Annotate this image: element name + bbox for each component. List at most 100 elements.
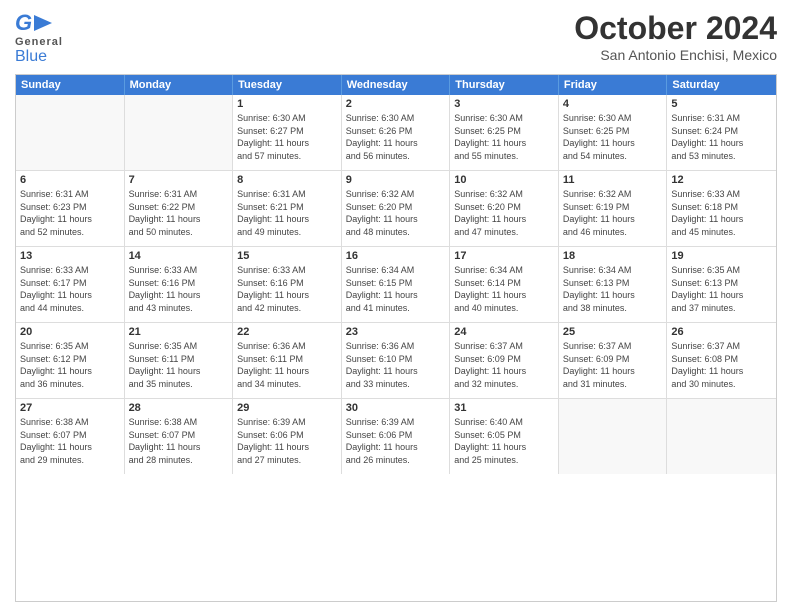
- calendar-cell: 18Sunrise: 6:34 AMSunset: 6:13 PMDayligh…: [559, 247, 668, 322]
- calendar-cell: [125, 95, 234, 170]
- logo-blue-line: Blue: [15, 48, 47, 66]
- day-info-line: Daylight: 11 hours: [346, 441, 446, 454]
- day-info-line: Daylight: 11 hours: [454, 289, 554, 302]
- day-info-line: and 29 minutes.: [20, 454, 120, 467]
- day-number: 21: [129, 326, 229, 338]
- calendar-cell: 9Sunrise: 6:32 AMSunset: 6:20 PMDaylight…: [342, 171, 451, 246]
- day-info-line: and 45 minutes.: [671, 226, 772, 239]
- calendar-week-row: 13Sunrise: 6:33 AMSunset: 6:17 PMDayligh…: [16, 247, 776, 323]
- day-info-line: and 30 minutes.: [671, 378, 772, 391]
- day-info-line: Daylight: 11 hours: [237, 289, 337, 302]
- day-number: 2: [346, 98, 446, 110]
- day-info-line: and 44 minutes.: [20, 302, 120, 315]
- day-number: 29: [237, 402, 337, 414]
- weekday-header: Friday: [559, 75, 668, 95]
- day-info-line: Daylight: 11 hours: [346, 137, 446, 150]
- day-info-line: and 33 minutes.: [346, 378, 446, 391]
- day-info-line: Sunrise: 6:37 AM: [454, 340, 554, 353]
- calendar-cell: 5Sunrise: 6:31 AMSunset: 6:24 PMDaylight…: [667, 95, 776, 170]
- day-info-line: Sunset: 6:17 PM: [20, 277, 120, 290]
- day-info-line: Sunset: 6:18 PM: [671, 201, 772, 214]
- day-info-line: Daylight: 11 hours: [129, 441, 229, 454]
- calendar-cell: 19Sunrise: 6:35 AMSunset: 6:13 PMDayligh…: [667, 247, 776, 322]
- day-info-line: Sunrise: 6:32 AM: [346, 188, 446, 201]
- calendar-cell: 24Sunrise: 6:37 AMSunset: 6:09 PMDayligh…: [450, 323, 559, 398]
- day-info-line: Daylight: 11 hours: [346, 213, 446, 226]
- day-info-line: Sunrise: 6:39 AM: [346, 416, 446, 429]
- day-number: 4: [563, 98, 663, 110]
- day-info-line: Daylight: 11 hours: [129, 289, 229, 302]
- day-info-line: Sunset: 6:05 PM: [454, 429, 554, 442]
- calendar: SundayMondayTuesdayWednesdayThursdayFrid…: [15, 74, 777, 602]
- calendar-cell: 28Sunrise: 6:38 AMSunset: 6:07 PMDayligh…: [125, 399, 234, 474]
- day-number: 7: [129, 174, 229, 186]
- logo-bottom: General: [15, 36, 63, 48]
- day-info-line: and 31 minutes.: [563, 378, 663, 391]
- day-info-line: Sunset: 6:09 PM: [454, 353, 554, 366]
- day-number: 17: [454, 250, 554, 262]
- day-info-line: Sunrise: 6:34 AM: [454, 264, 554, 277]
- weekday-header: Wednesday: [342, 75, 451, 95]
- day-info-line: Daylight: 11 hours: [454, 213, 554, 226]
- day-info-line: and 48 minutes.: [346, 226, 446, 239]
- day-info-line: and 37 minutes.: [671, 302, 772, 315]
- day-info-line: Daylight: 11 hours: [20, 365, 120, 378]
- day-info-line: Sunrise: 6:39 AM: [237, 416, 337, 429]
- day-info-line: Sunrise: 6:31 AM: [671, 112, 772, 125]
- calendar-cell: 31Sunrise: 6:40 AMSunset: 6:05 PMDayligh…: [450, 399, 559, 474]
- day-number: 16: [346, 250, 446, 262]
- calendar-cell: 15Sunrise: 6:33 AMSunset: 6:16 PMDayligh…: [233, 247, 342, 322]
- day-number: 3: [454, 98, 554, 110]
- title-section: October 2024 San Antonio Enchisi, Mexico: [574, 10, 777, 63]
- calendar-cell: 3Sunrise: 6:30 AMSunset: 6:25 PMDaylight…: [450, 95, 559, 170]
- day-info-line: Sunset: 6:19 PM: [563, 201, 663, 214]
- day-info-line: Daylight: 11 hours: [346, 289, 446, 302]
- day-info-line: and 26 minutes.: [346, 454, 446, 467]
- day-info-line: Sunset: 6:06 PM: [237, 429, 337, 442]
- day-number: 11: [563, 174, 663, 186]
- calendar-cell: 20Sunrise: 6:35 AMSunset: 6:12 PMDayligh…: [16, 323, 125, 398]
- calendar-week-row: 1Sunrise: 6:30 AMSunset: 6:27 PMDaylight…: [16, 95, 776, 171]
- calendar-cell: 21Sunrise: 6:35 AMSunset: 6:11 PMDayligh…: [125, 323, 234, 398]
- day-info-line: and 53 minutes.: [671, 150, 772, 163]
- day-info-line: Sunset: 6:27 PM: [237, 125, 337, 138]
- day-info-line: Sunrise: 6:32 AM: [454, 188, 554, 201]
- day-number: 20: [20, 326, 120, 338]
- day-info-line: Daylight: 11 hours: [237, 213, 337, 226]
- day-info-line: and 43 minutes.: [129, 302, 229, 315]
- day-info-line: Sunrise: 6:33 AM: [237, 264, 337, 277]
- calendar-cell: 11Sunrise: 6:32 AMSunset: 6:19 PMDayligh…: [559, 171, 668, 246]
- day-info-line: Sunrise: 6:30 AM: [346, 112, 446, 125]
- day-info-line: Sunset: 6:09 PM: [563, 353, 663, 366]
- page: G General Blue October 2024 San Antonio …: [0, 0, 792, 612]
- day-info-line: Daylight: 11 hours: [20, 213, 120, 226]
- day-info-line: Sunrise: 6:30 AM: [454, 112, 554, 125]
- day-info-line: Sunset: 6:14 PM: [454, 277, 554, 290]
- day-info-line: Sunset: 6:25 PM: [454, 125, 554, 138]
- calendar-cell: 29Sunrise: 6:39 AMSunset: 6:06 PMDayligh…: [233, 399, 342, 474]
- day-info-line: and 34 minutes.: [237, 378, 337, 391]
- day-info-line: and 55 minutes.: [454, 150, 554, 163]
- day-info-line: and 41 minutes.: [346, 302, 446, 315]
- day-number: 22: [237, 326, 337, 338]
- month-title: October 2024: [574, 10, 777, 47]
- day-info-line: Daylight: 11 hours: [20, 289, 120, 302]
- day-info-line: Sunset: 6:12 PM: [20, 353, 120, 366]
- day-info-line: Daylight: 11 hours: [671, 137, 772, 150]
- day-info-line: Sunset: 6:07 PM: [129, 429, 229, 442]
- calendar-cell: 4Sunrise: 6:30 AMSunset: 6:25 PMDaylight…: [559, 95, 668, 170]
- calendar-week-row: 27Sunrise: 6:38 AMSunset: 6:07 PMDayligh…: [16, 399, 776, 474]
- logo-top: G: [15, 10, 54, 36]
- calendar-cell: 1Sunrise: 6:30 AMSunset: 6:27 PMDaylight…: [233, 95, 342, 170]
- day-info-line: Daylight: 11 hours: [237, 137, 337, 150]
- day-info-line: Daylight: 11 hours: [454, 441, 554, 454]
- logo: G General Blue: [15, 10, 63, 66]
- day-info-line: Sunset: 6:06 PM: [346, 429, 446, 442]
- day-info-line: Sunrise: 6:31 AM: [20, 188, 120, 201]
- day-info-line: and 38 minutes.: [563, 302, 663, 315]
- day-info-line: Sunset: 6:26 PM: [346, 125, 446, 138]
- day-info-line: Sunset: 6:16 PM: [129, 277, 229, 290]
- weekday-header: Sunday: [16, 75, 125, 95]
- day-info-line: Sunrise: 6:38 AM: [129, 416, 229, 429]
- calendar-cell: 23Sunrise: 6:36 AMSunset: 6:10 PMDayligh…: [342, 323, 451, 398]
